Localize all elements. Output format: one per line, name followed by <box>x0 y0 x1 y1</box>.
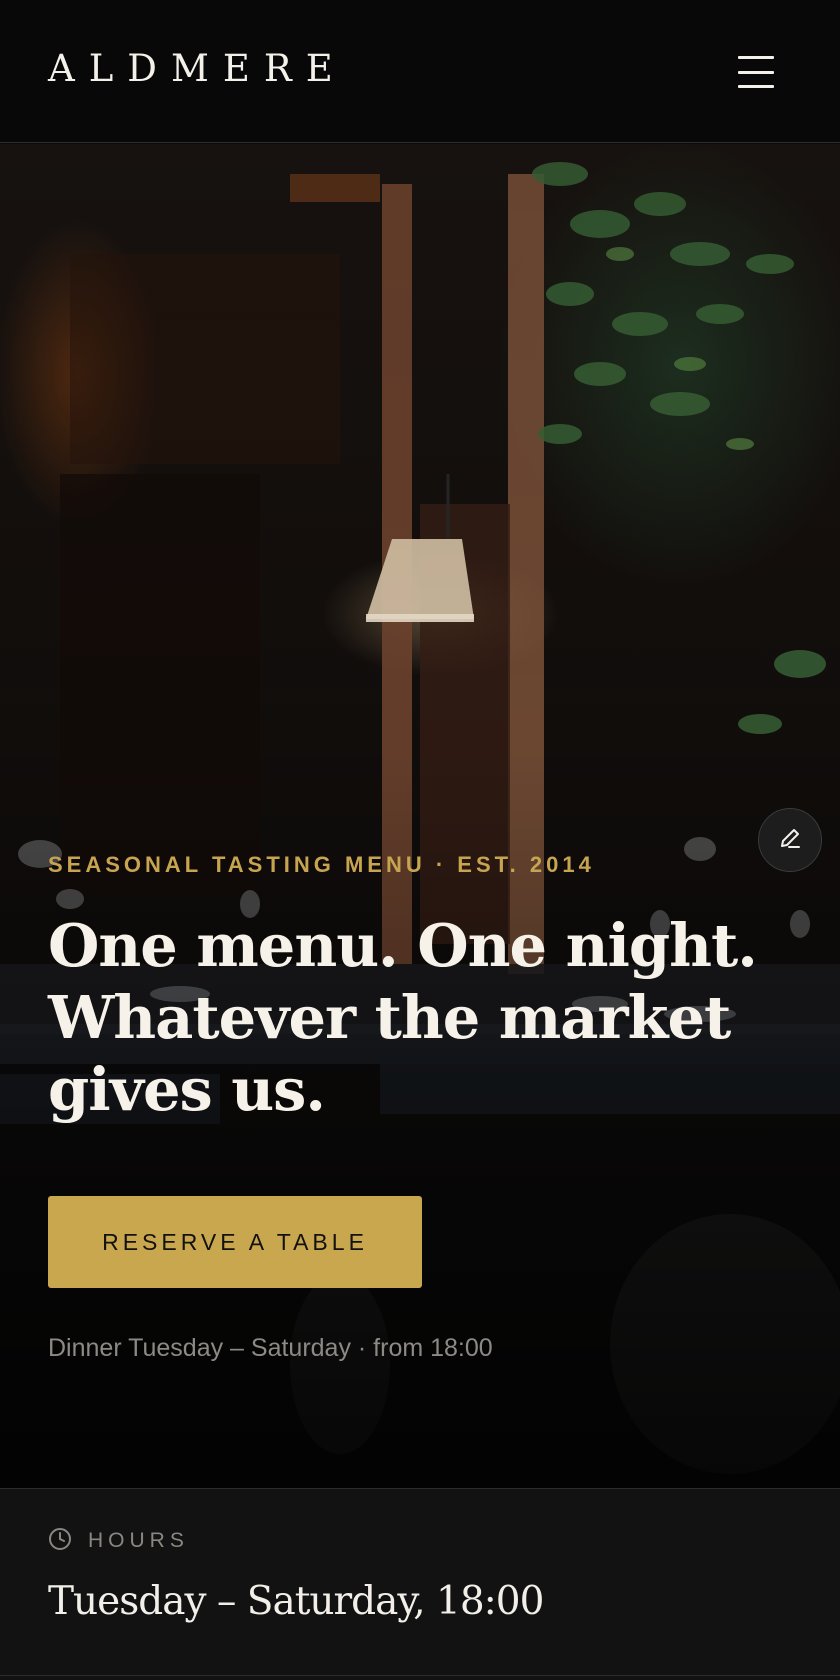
menu-bar-middle <box>738 70 774 74</box>
menu-bar-top <box>738 56 774 59</box>
brand-logo[interactable]: ALDMERE <box>48 50 347 87</box>
divider <box>0 1675 840 1676</box>
page: ALDMERE SEASONAL TASTING MENU · EST. 201… <box>0 0 840 1680</box>
hours-section: HOURS Tuesday – Saturday, 18:00 <box>0 1488 840 1680</box>
pencil-icon <box>777 826 803 855</box>
hero-eyebrow: SEASONAL TASTING MENU · EST. 2014 <box>48 852 595 877</box>
edit-button[interactable] <box>758 808 822 872</box>
site-header: ALDMERE <box>0 0 840 143</box>
hours-label-row: HOURS <box>48 1527 189 1555</box>
hero-hours-note: Dinner Tuesday – Saturday · from 18:00 <box>48 1334 493 1362</box>
clock-icon <box>48 1527 72 1555</box>
hours-value: Tuesday – Saturday, 18:00 <box>48 1579 544 1624</box>
menu-bar-bottom <box>738 85 774 88</box>
hero-headline: One menu. One night. Whatever the market… <box>48 911 758 1124</box>
reserve-table-button[interactable]: RESERVE A TABLE <box>48 1196 422 1288</box>
hero-section: SEASONAL TASTING MENU · EST. 2014 One me… <box>0 144 840 1488</box>
hamburger-menu-icon[interactable] <box>730 52 782 92</box>
hours-label: HOURS <box>88 1529 189 1552</box>
